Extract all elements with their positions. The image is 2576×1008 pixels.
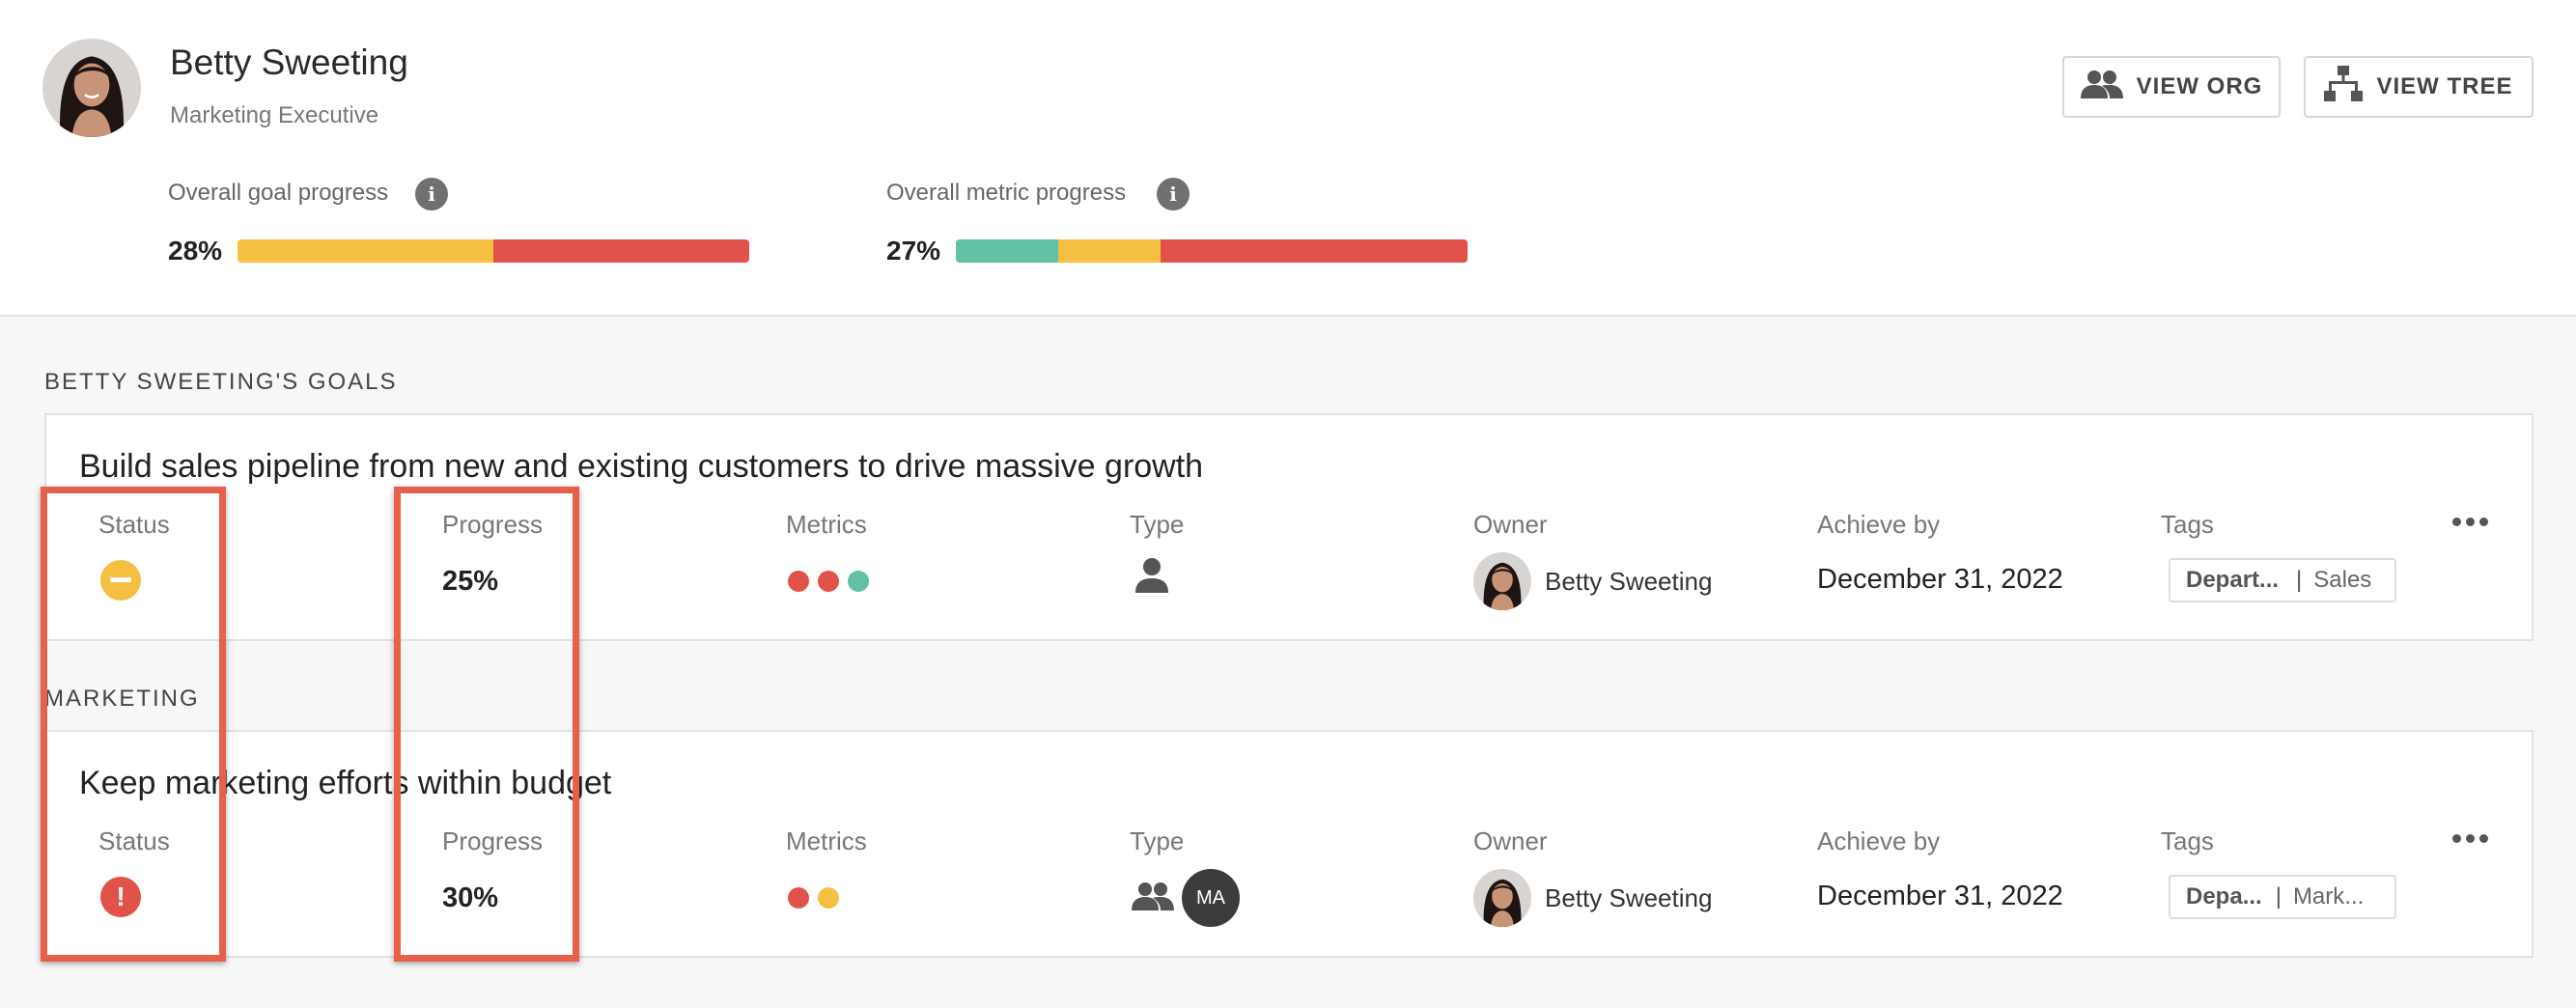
metric-dot	[788, 887, 809, 909]
view-org-button[interactable]: VIEW ORG	[2062, 56, 2281, 118]
profile-header: Betty Sweeting Marketing Executive VIEW …	[0, 0, 2576, 317]
progress-segment	[1058, 239, 1161, 263]
owner-label: Owner	[1473, 826, 1548, 855]
progress-segment	[1161, 239, 1468, 263]
info-icon[interactable]: i	[1157, 178, 1190, 210]
tag-separator: |	[2275, 883, 2282, 910]
tag-chip[interactable]: Depart... | Sales	[2169, 558, 2396, 602]
type-label: Type	[1130, 510, 1185, 539]
metric-dot	[818, 571, 839, 592]
achieve-by-date: December 31, 2022	[1817, 564, 2063, 595]
owner[interactable]: Betty Sweeting	[1473, 869, 1712, 927]
view-tree-button[interactable]: VIEW TREE	[2304, 56, 2534, 118]
metric-dot	[848, 571, 869, 592]
progress-label: Progress	[442, 826, 544, 855]
goal-card[interactable]: Keep marketing efforts within budget Sta…	[44, 730, 2534, 958]
avatar	[1473, 552, 1531, 610]
person-icon	[1135, 558, 1168, 598]
owner-name: Betty Sweeting	[1545, 882, 1713, 912]
avatar	[42, 39, 141, 137]
metrics-label: Metrics	[786, 826, 867, 855]
view-tree-label: VIEW TREE	[2376, 73, 2513, 99]
achieve-by-date: December 31, 2022	[1817, 881, 2063, 911]
group-icon	[1132, 882, 1174, 915]
owner-label: Owner	[1473, 510, 1548, 539]
achieve-by-label: Achieve by	[1817, 510, 1941, 539]
profile-name: Betty Sweeting	[170, 42, 408, 82]
metric-dots[interactable]	[788, 887, 848, 913]
tag-value: Mark...	[2292, 883, 2365, 910]
goal-title[interactable]: Build sales pipeline from new and existi…	[79, 448, 1203, 486]
overall-goal-label: Overall goal progress	[168, 180, 389, 206]
tag-key: Depa...	[2186, 883, 2262, 910]
type-label: Type	[1130, 826, 1185, 855]
status-on-hold-icon[interactable]	[100, 560, 141, 601]
tag-key: Depart...	[2186, 567, 2280, 593]
metric-dots[interactable]	[788, 571, 878, 597]
status-at-risk-icon[interactable]: !	[100, 877, 141, 917]
goal-progress-value[interactable]: 30%	[442, 882, 498, 914]
more-options-icon[interactable]	[2452, 834, 2488, 843]
tags-label: Tags	[2161, 826, 2214, 855]
team-badge[interactable]: MA	[1182, 869, 1240, 927]
metric-dot	[818, 887, 839, 909]
metrics-label: Metrics	[786, 510, 867, 539]
progress-label: Progress	[442, 510, 544, 539]
avatar	[1473, 869, 1531, 927]
progress-segment	[493, 239, 749, 263]
overall-metric-percent: 27%	[886, 236, 941, 266]
tag-separator: |	[2296, 567, 2303, 593]
view-org-label: VIEW ORG	[2136, 73, 2263, 99]
tag-value: Sales	[2313, 567, 2372, 593]
overall-metric-bar	[956, 239, 1468, 263]
section-title: BETTY SWEETING'S GOALS	[44, 369, 398, 395]
hierarchy-icon	[2324, 65, 2364, 109]
owner-name: Betty Sweeting	[1545, 566, 1713, 596]
progress-segment	[238, 239, 493, 263]
info-icon[interactable]: i	[415, 178, 448, 210]
status-label: Status	[98, 826, 170, 855]
overall-metric-label: Overall metric progress	[886, 180, 1127, 206]
overall-goal-bar	[238, 239, 749, 263]
owner[interactable]: Betty Sweeting	[1473, 552, 1712, 610]
goal-card[interactable]: Build sales pipeline from new and existi…	[44, 413, 2534, 641]
overall-goal-percent: 28%	[168, 236, 223, 266]
goal-title[interactable]: Keep marketing efforts within budget	[79, 765, 611, 802]
goal-progress-value[interactable]: 25%	[442, 566, 498, 598]
section-title: MARKETING	[44, 686, 200, 712]
tags-label: Tags	[2161, 510, 2214, 539]
progress-segment	[956, 239, 1058, 263]
achieve-by-label: Achieve by	[1817, 826, 1941, 855]
metric-dot	[788, 571, 809, 592]
group-icon	[2080, 70, 2123, 105]
more-options-icon[interactable]	[2452, 518, 2488, 526]
status-label: Status	[98, 510, 170, 539]
profile-role: Marketing Executive	[170, 102, 379, 128]
tag-chip[interactable]: Depa... | Mark...	[2169, 875, 2396, 919]
